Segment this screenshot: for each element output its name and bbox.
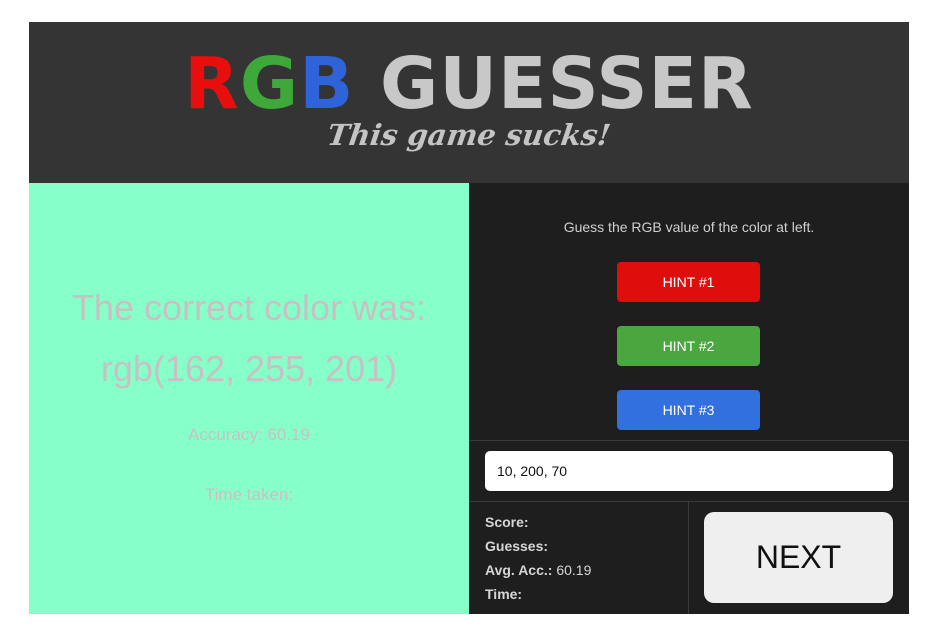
avg-acc-label: Avg. Acc.: <box>485 562 553 578</box>
divider <box>469 440 909 441</box>
stat-avg-acc: Avg. Acc.: 60.19 <box>485 562 591 578</box>
time-taken-line: Time taken: <box>29 485 469 505</box>
app-subtitle: This game sucks! <box>325 118 613 152</box>
control-panel: Guess the RGB value of the color at left… <box>469 183 909 614</box>
stat-guesses: Guesses: <box>485 538 548 554</box>
score-label: Score: <box>485 514 529 530</box>
title-letter-g: G <box>239 42 300 125</box>
title-guesser: GUESSER <box>354 42 754 125</box>
header: RGB GUESSER This game sucks! <box>29 22 909 183</box>
avg-acc-value: 60.19 <box>556 562 592 578</box>
title-letter-r: R <box>184 42 240 125</box>
hint-1-button[interactable]: HINT #1 <box>617 262 760 302</box>
guess-input[interactable] <box>485 451 893 491</box>
next-button[interactable]: NEXT <box>704 512 893 603</box>
title-letter-b: B <box>299 42 355 125</box>
accuracy-line: Accuracy: 60.19 <box>29 425 469 445</box>
accuracy-value: 60.19 <box>267 425 310 444</box>
color-swatch: The correct color was: rgb(162, 255, 201… <box>29 183 469 614</box>
correct-color-value: rgb(162, 255, 201) <box>100 348 398 389</box>
stat-time: Time: <box>485 586 522 602</box>
app-title: RGB GUESSER <box>29 44 909 124</box>
divider <box>688 502 689 614</box>
stat-score: Score: <box>485 514 529 530</box>
guesses-label: Guesses: <box>485 538 549 554</box>
hint-3-button[interactable]: HINT #3 <box>617 390 760 430</box>
accuracy-label: Accuracy: <box>188 425 263 444</box>
stats-panel: Score: Guesses: Avg. Acc.: 60.19 Time: <box>469 502 688 614</box>
instructions-text: Guess the RGB value of the color at left… <box>563 219 815 235</box>
correct-color-label: The correct color was: <box>71 287 427 328</box>
time-label: Time: <box>485 586 523 602</box>
time-taken-label: Time taken: <box>204 485 294 504</box>
app-container: RGB GUESSER This game sucks! The correct… <box>29 22 909 614</box>
hint-2-button[interactable]: HINT #2 <box>617 326 760 366</box>
